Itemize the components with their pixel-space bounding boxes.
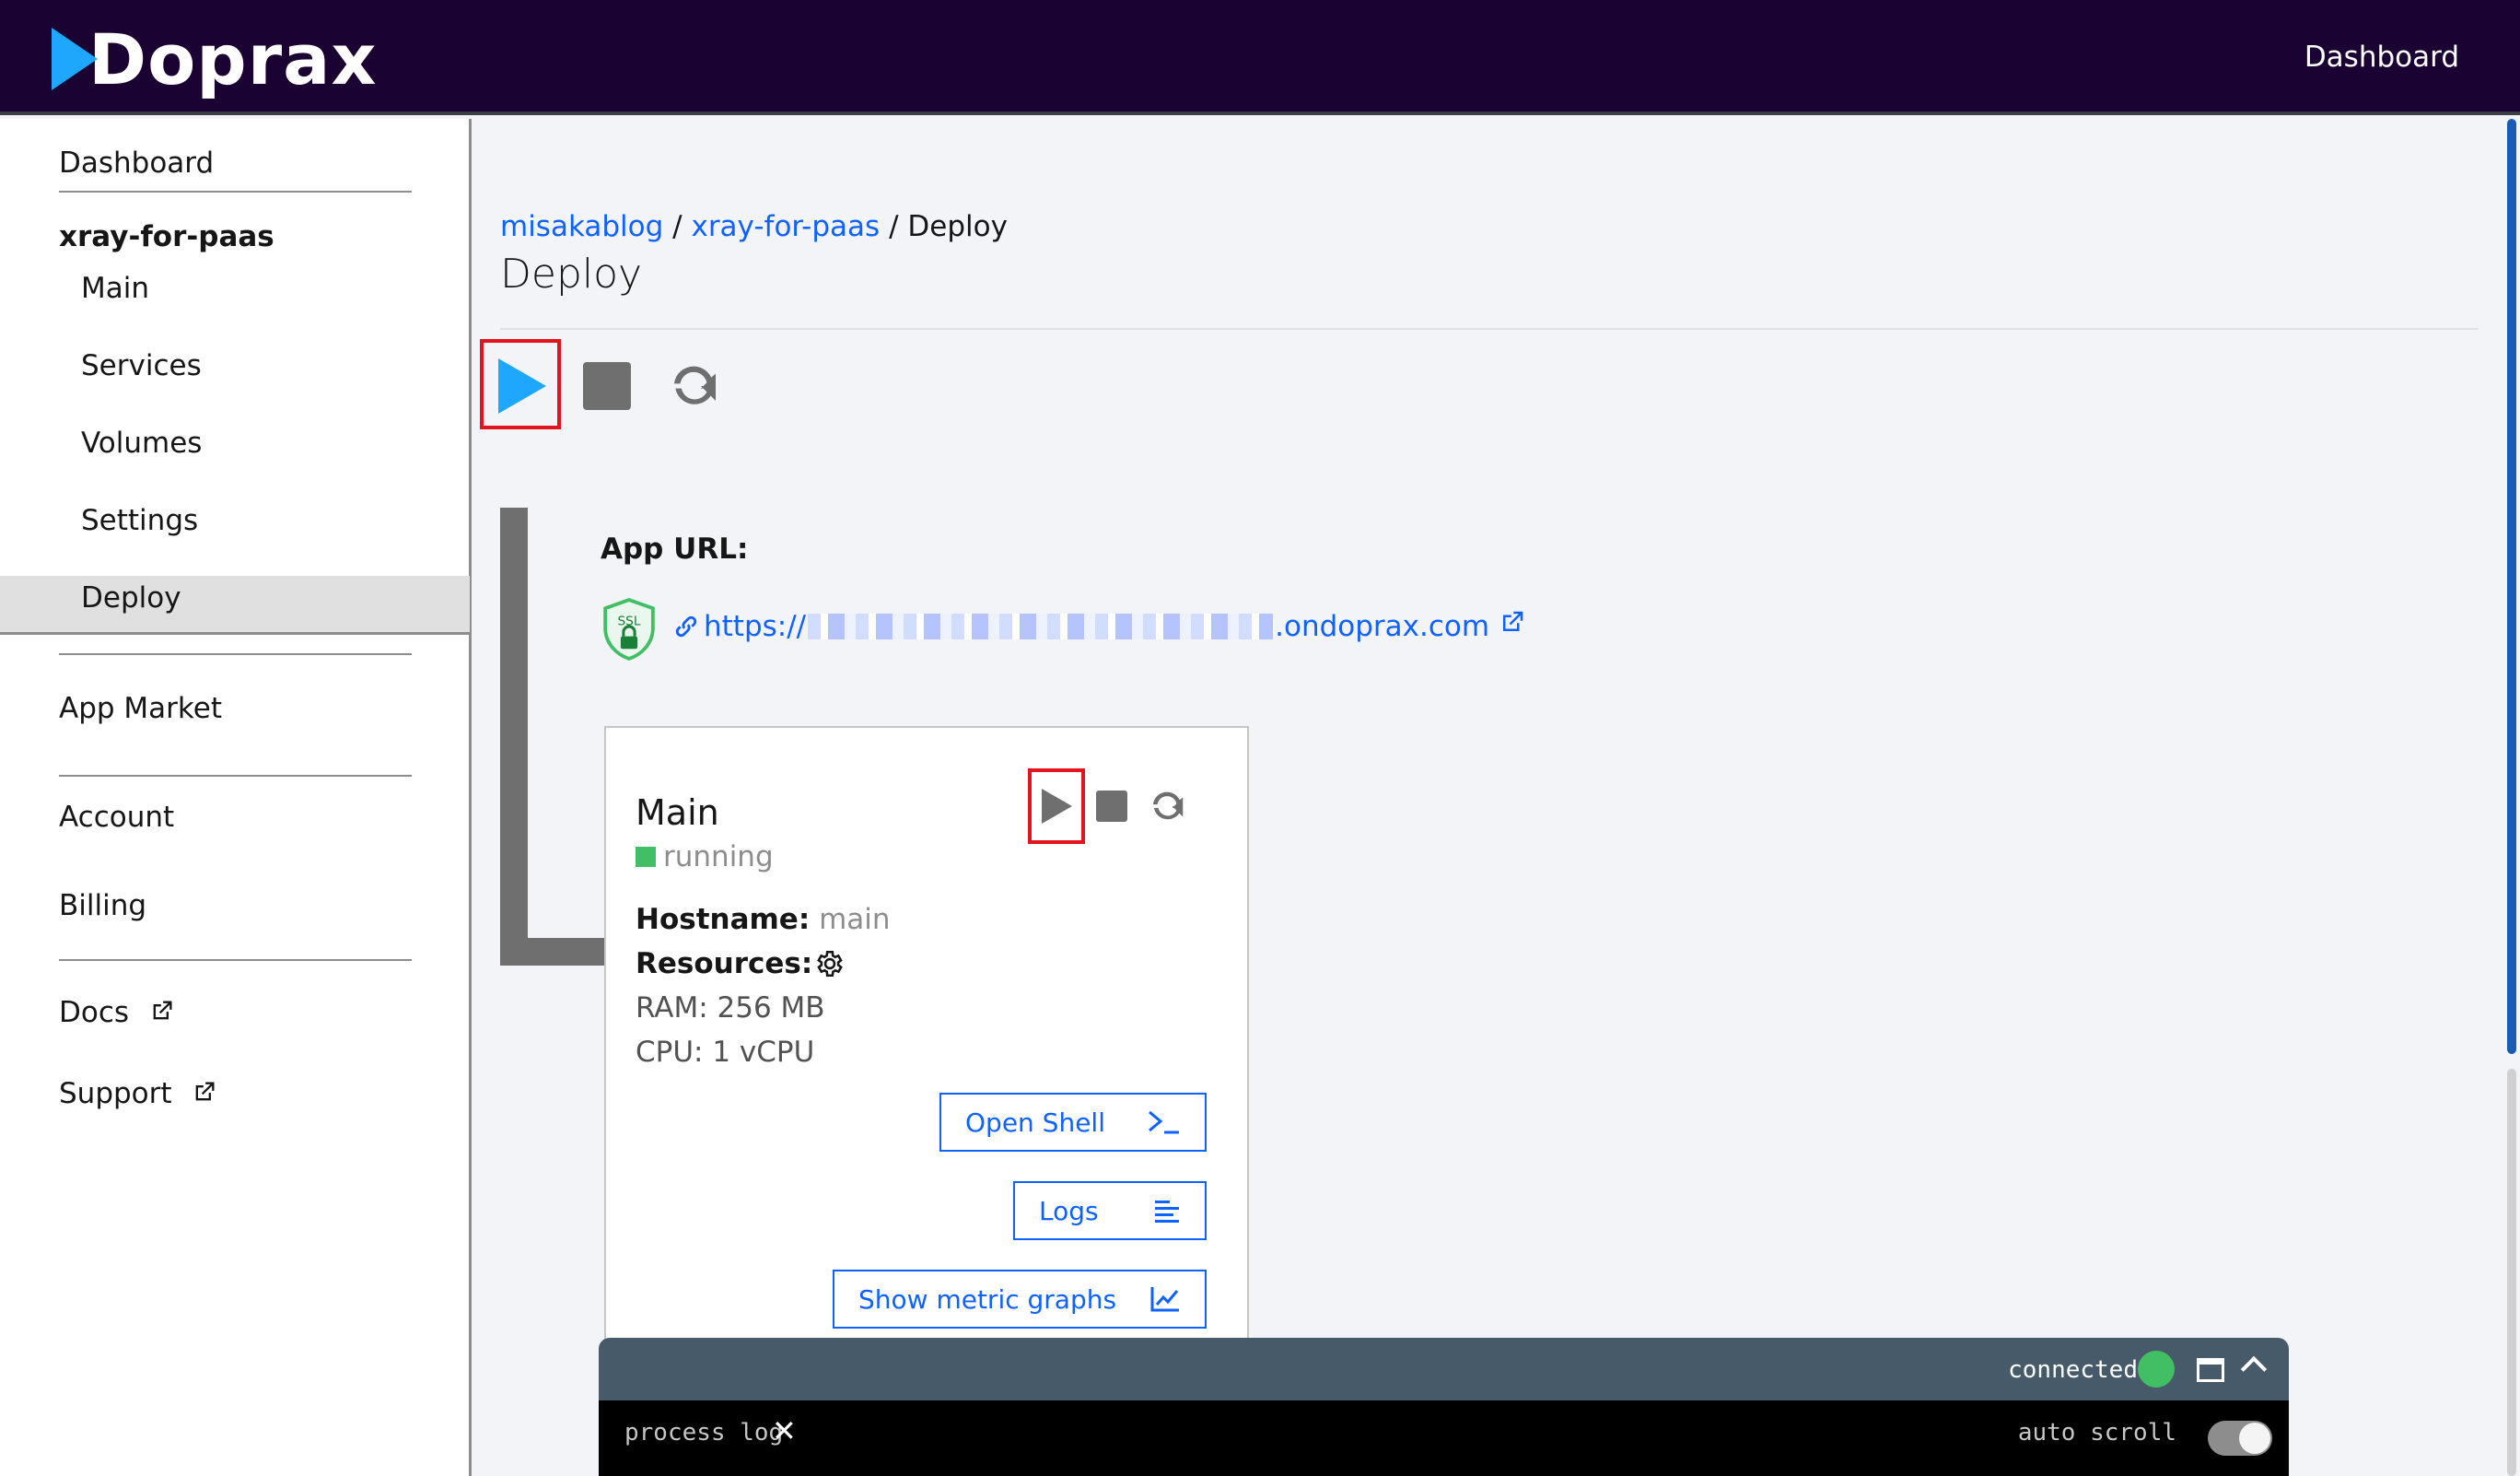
- url-prefix: https://: [704, 610, 807, 643]
- service-tree-branch: [500, 938, 606, 966]
- app-url-link[interactable]: https:// .ondoprax.com: [671, 610, 1526, 643]
- restart-icon: [1152, 791, 1184, 820]
- logo-mark-icon: [52, 28, 98, 90]
- url-suffix: .ondoprax.com: [1275, 610, 1490, 643]
- logo-text: Doprax: [88, 18, 378, 100]
- play-icon: [1042, 789, 1072, 824]
- sidebar-docs-label: Docs: [59, 996, 130, 1029]
- breadcrumb-app-link[interactable]: xray-for-paas: [691, 210, 880, 243]
- logs-label: Logs: [1039, 1195, 1099, 1226]
- sidebar-item-docs[interactable]: Docs: [59, 996, 175, 1029]
- log-panel-header: connected: [599, 1338, 2289, 1400]
- stop-icon: [583, 362, 631, 410]
- sidebar-app-name: xray-for-paas: [59, 220, 274, 253]
- hostname-row: Hostname: main: [636, 903, 891, 936]
- page-scrollbar-lower: [2507, 1069, 2516, 1476]
- hostname-label: Hostname:: [636, 903, 811, 936]
- show-metric-graphs-button[interactable]: Show metric graphs: [833, 1270, 1207, 1329]
- sidebar-item-volumes[interactable]: Volumes: [81, 427, 202, 460]
- connection-status-text: connected: [2008, 1356, 2138, 1384]
- restart-icon: [673, 366, 716, 404]
- external-link-icon: [1503, 611, 1523, 631]
- sidebar-item-support[interactable]: Support: [59, 1077, 217, 1110]
- play-icon: [498, 358, 546, 414]
- status-indicator: [636, 847, 656, 867]
- title-divider: [500, 328, 2479, 330]
- terminal-icon: [1149, 1110, 1179, 1134]
- auto-scroll-toggle[interactable]: [2208, 1421, 2272, 1456]
- chart-line-icon: [1150, 1287, 1179, 1312]
- sidebar-divider: [59, 191, 412, 193]
- link-icon: [675, 615, 697, 638]
- auto-scroll-label: auto scroll: [2017, 1419, 2176, 1447]
- log-panel-body: process log ✕ auto scroll: [599, 1400, 2289, 1476]
- sidebar-item-billing[interactable]: Billing: [59, 889, 146, 922]
- sidebar-item-dashboard[interactable]: Dashboard: [59, 146, 214, 180]
- open-shell-button[interactable]: Open Shell: [939, 1093, 1207, 1152]
- sidebar-item-settings[interactable]: Settings: [81, 504, 198, 537]
- hostname-value: main: [819, 903, 891, 936]
- app-url-label: App URL:: [601, 533, 749, 566]
- logs-button[interactable]: Logs: [1013, 1181, 1207, 1240]
- breadcrumb-separator: /: [672, 210, 682, 243]
- deploy-play-button[interactable]: [490, 356, 551, 416]
- sidebar-item-app-market[interactable]: App Market: [59, 692, 222, 725]
- list-lines-icon: [1155, 1201, 1179, 1223]
- service-status: running: [636, 840, 774, 873]
- breadcrumb-separator: /: [889, 210, 899, 243]
- service-play-button[interactable]: [1035, 785, 1078, 827]
- service-title: Main: [636, 792, 719, 833]
- deploy-restart-button[interactable]: [663, 356, 724, 416]
- sidebar-item-services[interactable]: Services: [81, 349, 202, 382]
- external-link-icon: [196, 1082, 215, 1101]
- chevron-up-icon[interactable]: [2240, 1355, 2268, 1383]
- top-navbar: Doprax Dashboard: [0, 0, 2520, 115]
- gear-icon[interactable]: [814, 948, 846, 979]
- breadcrumb: misakablog / xray-for-paas / Deploy: [500, 210, 1008, 243]
- page-scrollbar-thumb[interactable]: [2507, 119, 2516, 1054]
- sidebar-divider: [59, 775, 412, 777]
- sidebar-divider: [59, 959, 412, 961]
- breadcrumb-current: Deploy: [907, 210, 1008, 243]
- page-title: Deploy: [500, 251, 643, 298]
- process-log-panel: connected process log ✕ auto scroll: [599, 1338, 2289, 1476]
- sidebar-item-deploy[interactable]: Deploy: [81, 581, 181, 615]
- ram-value: RAM: 256 MB: [636, 991, 825, 1025]
- maximize-window-icon[interactable]: [2197, 1358, 2224, 1382]
- resources-label: Resources:: [636, 947, 813, 980]
- sidebar-item-account[interactable]: Account: [59, 801, 174, 834]
- sidebar-divider: [59, 653, 412, 655]
- sidebar-support-label: Support: [59, 1077, 172, 1110]
- show-metric-graphs-label: Show metric graphs: [858, 1283, 1117, 1315]
- resources-row: Resources:: [636, 947, 846, 980]
- ssl-shield-icon: SSL: [603, 598, 655, 661]
- service-tree-line: [500, 508, 528, 966]
- deploy-stop-button[interactable]: [577, 356, 637, 416]
- cpu-value: CPU: 1 vCPU: [636, 1036, 815, 1069]
- breadcrumb-root-link[interactable]: misakablog: [500, 210, 663, 243]
- toggle-knob: [2239, 1423, 2270, 1454]
- process-log-tab[interactable]: process log: [624, 1419, 783, 1447]
- redacted-url-segment: [808, 614, 1274, 639]
- doprax-logo[interactable]: Doprax: [52, 18, 378, 100]
- sidebar: Dashboard xray-for-paas Main Services Vo…: [0, 119, 472, 1476]
- stop-icon: [1096, 791, 1127, 822]
- service-restart-button[interactable]: [1144, 783, 1190, 829]
- close-icon[interactable]: ✕: [772, 1413, 797, 1448]
- external-link-icon: [153, 1001, 172, 1020]
- status-text: running: [663, 840, 774, 873]
- sidebar-item-main[interactable]: Main: [81, 272, 149, 305]
- sidebar-item-deploy-highlight[interactable]: [0, 576, 470, 635]
- top-dashboard-link[interactable]: Dashboard: [2304, 41, 2459, 74]
- connection-status-indicator: [2138, 1351, 2175, 1388]
- open-shell-label: Open Shell: [965, 1107, 1105, 1138]
- service-stop-button[interactable]: [1091, 785, 1133, 827]
